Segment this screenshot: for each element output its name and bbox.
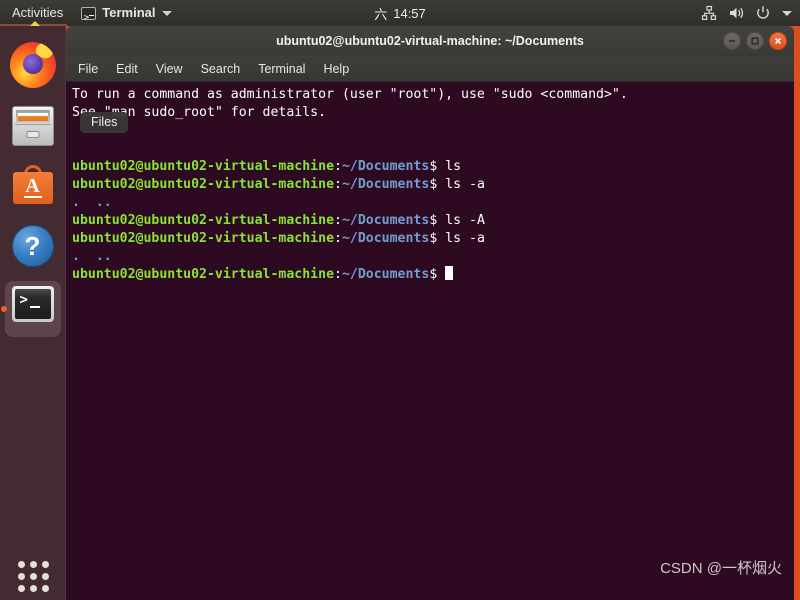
files-tooltip: Files — [80, 112, 129, 133]
terminal-dir-listing: . .. — [72, 249, 112, 264]
network-icon[interactable] — [701, 5, 717, 21]
volume-icon[interactable] — [728, 5, 744, 21]
prompt-separator: : — [334, 231, 342, 246]
clock-time: 14:57 — [393, 5, 426, 21]
close-button[interactable] — [769, 32, 787, 50]
terminal-dock-icon — [10, 286, 56, 332]
help-icon: ? — [10, 225, 56, 271]
chevron-down-icon — [161, 10, 172, 16]
terminal-lines: To run a command as administrator (user … — [72, 86, 794, 284]
terminal-output-area[interactable]: To run a command as administrator (user … — [66, 82, 794, 600]
terminal-line: To run a command as administrator (user … — [72, 86, 794, 104]
prompt-tail: $ — [429, 159, 446, 174]
prompt-separator: : — [334, 213, 342, 228]
prompt-separator: : — [334, 267, 342, 282]
terminal-text: To run a command as administrator (user … — [72, 87, 628, 102]
terminal-command: ls — [445, 159, 462, 174]
files-icon — [10, 103, 56, 149]
dock-item-ubuntu-software[interactable]: A — [5, 159, 61, 215]
prompt-user: ubuntu02@ubuntu02-virtual-machine — [72, 213, 335, 228]
app-menu-label: Terminal — [102, 5, 156, 20]
menu-item-view[interactable]: View — [156, 56, 183, 82]
menu-item-terminal[interactable]: Terminal — [258, 56, 305, 82]
workspace-indicator-triangle — [30, 21, 40, 26]
show-applications-button[interactable] — [0, 561, 66, 592]
menu-item-edit[interactable]: Edit — [116, 56, 138, 82]
desktop-screen: Activities Terminal 六 14:57 — [0, 0, 800, 600]
window-title: ubuntu02@ubuntu02-virtual-machine: ~/Doc… — [276, 34, 584, 48]
terminal-line: . .. — [72, 248, 794, 266]
prompt-separator: : — [334, 177, 342, 192]
prompt-path: ~/Documents — [341, 159, 430, 174]
maximize-button[interactable] — [746, 32, 764, 50]
top-panel: Activities Terminal 六 14:57 — [0, 0, 800, 31]
prompt-tail: $ — [429, 267, 446, 282]
terminal-line: ubuntu02@ubuntu02-virtual-machine:~/Docu… — [72, 230, 794, 248]
prompt-user: ubuntu02@ubuntu02-virtual-machine — [72, 231, 335, 246]
prompt-user: ubuntu02@ubuntu02-virtual-machine — [72, 267, 335, 282]
terminal-line: ubuntu02@ubuntu02-virtual-machine:~/Docu… — [72, 212, 794, 230]
prompt-user: ubuntu02@ubuntu02-virtual-machine — [72, 177, 335, 192]
menu-item-file[interactable]: File — [78, 56, 98, 82]
ubuntu-software-icon: A — [10, 164, 56, 210]
prompt-path: ~/Documents — [341, 231, 430, 246]
dock-item-files[interactable] — [5, 98, 61, 154]
terminal-line: ubuntu02@ubuntu02-virtual-machine:~/Docu… — [72, 176, 794, 194]
prompt-path: ~/Documents — [341, 213, 430, 228]
power-icon[interactable] — [755, 5, 771, 21]
terminal-line: ubuntu02@ubuntu02-virtual-machine:~/Docu… — [72, 266, 794, 284]
app-menu-terminal[interactable]: Terminal — [73, 0, 179, 31]
prompt-tail: $ — [429, 177, 446, 192]
prompt-tail: $ — [429, 231, 446, 246]
prompt-path: ~/Documents — [341, 177, 430, 192]
prompt-path: ~/Documents — [341, 267, 430, 282]
prompt-tail: $ — [429, 213, 446, 228]
terminal-cursor — [445, 266, 454, 280]
dock-item-help[interactable]: ? — [5, 220, 61, 276]
prompt-separator: : — [334, 159, 342, 174]
clock-button[interactable]: 六 14:57 — [374, 4, 426, 23]
chevron-down-icon-status[interactable] — [782, 10, 792, 16]
dock: A ? — [0, 26, 66, 600]
terminal-command: ls -a — [445, 177, 485, 192]
dock-item-terminal[interactable] — [4, 281, 61, 337]
prompt-user: ubuntu02@ubuntu02-virtual-machine — [72, 159, 335, 174]
terminal-command: ls -A — [445, 213, 485, 228]
menu-item-help[interactable]: Help — [323, 56, 349, 82]
terminal-line: ubuntu02@ubuntu02-virtual-machine:~/Docu… — [72, 158, 794, 176]
firefox-icon — [9, 42, 56, 88]
terminal-line: See "man sudo_root" for details. — [72, 104, 794, 122]
dock-item-firefox[interactable] — [5, 37, 61, 93]
system-status-area[interactable] — [701, 5, 792, 21]
menu-bar: File Edit View Search Terminal Help — [66, 56, 794, 82]
menu-item-search[interactable]: Search — [201, 56, 241, 82]
grid-icon — [17, 561, 49, 592]
terminal-dir-listing: . .. — [72, 195, 112, 210]
terminal-command: ls -a — [445, 231, 485, 246]
terminal-icon — [81, 5, 97, 31]
watermark: CSDN @一杯烟火 — [660, 560, 782, 577]
clock-day: 六 — [374, 6, 388, 22]
terminal-line: . .. — [72, 194, 794, 212]
window-controls — [723, 32, 787, 50]
title-bar[interactable]: ubuntu02@ubuntu02-virtual-machine: ~/Doc… — [66, 26, 794, 56]
terminal-window: ubuntu02@ubuntu02-virtual-machine: ~/Doc… — [66, 26, 794, 600]
minimize-button[interactable] — [723, 32, 741, 50]
